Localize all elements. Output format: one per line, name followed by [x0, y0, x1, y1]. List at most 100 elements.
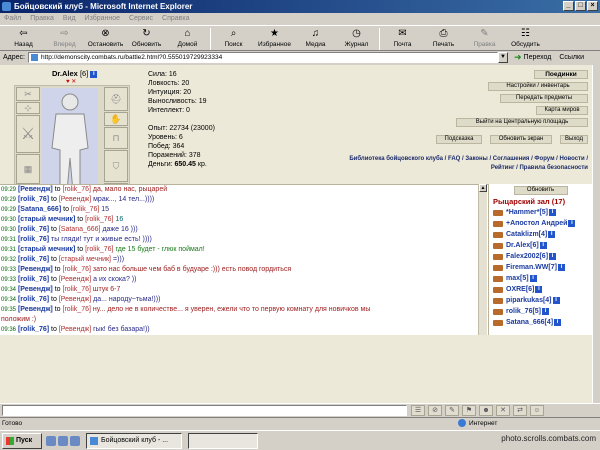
chat-author[interactable]: [rolik_76]: [18, 326, 49, 333]
chat-time[interactable]: 09:35: [1, 307, 16, 313]
chat-author[interactable]: [rolik_76]: [18, 236, 49, 243]
site-links-line-1[interactable]: Библиотека бойцовского клуба / FAQ / Зак…: [308, 155, 588, 164]
info-icon[interactable]: i: [557, 264, 565, 271]
inventory-button[interactable]: Настройки / инвентарь: [488, 82, 588, 91]
taskbar-task-browser[interactable]: Бойцовский клуб - ...: [86, 432, 182, 449]
menu-favorites[interactable]: Избранное: [85, 13, 120, 25]
back-button[interactable]: ⇦ Назад: [3, 26, 44, 51]
close-button[interactable]: ×: [587, 1, 598, 11]
go-button[interactable]: ➜ Переход: [514, 53, 551, 62]
chat-author[interactable]: [rolik_76]: [18, 276, 49, 283]
scroll-up-button[interactable]: ▲: [479, 184, 487, 192]
map-button[interactable]: Карта миров: [536, 106, 588, 115]
chat-target[interactable]: [Ревендж]: [59, 276, 91, 283]
chat-target[interactable]: [старый мечник]: [59, 256, 111, 263]
hint-button[interactable]: Подсказка: [436, 135, 482, 144]
chat-target[interactable]: [rolik_76]: [71, 206, 99, 213]
discuss-button[interactable]: ☷ Обсудить: [505, 26, 546, 51]
chat-author[interactable]: [rolik_76]: [18, 226, 49, 233]
chat-author[interactable]: [Satana_666]: [18, 206, 61, 213]
chat-scrollbar[interactable]: ▲: [478, 184, 487, 335]
chat-target[interactable]: [rolik_76]: [63, 306, 91, 313]
quick-launch-icon[interactable]: [70, 435, 80, 446]
user-list-item[interactable]: Dr.Alex[6] i: [489, 240, 592, 251]
chat-time[interactable]: 09:30: [1, 227, 16, 233]
exit-square-button[interactable]: Выйти на Центральную площадь: [456, 118, 588, 127]
chat-target[interactable]: [Satana_666]: [59, 226, 101, 233]
minimize-button[interactable]: _: [563, 1, 574, 11]
chat-time[interactable]: 09:29: [1, 187, 16, 193]
history-button[interactable]: ◷ Журнал: [336, 26, 377, 51]
block-icon[interactable]: ⊘: [428, 405, 442, 416]
character-name[interactable]: Dr.Alex [6] i: [52, 69, 98, 78]
user-list-item[interactable]: Satana_666[4] i: [489, 317, 592, 328]
helmet-slot[interactable]: ⛑: [104, 87, 128, 111]
chat-time[interactable]: 09:30: [1, 217, 16, 223]
home-button[interactable]: ⌂ Домой: [167, 26, 208, 51]
user-list-item[interactable]: +Апостол Андрей i: [489, 218, 592, 229]
chat-time[interactable]: 09:33: [1, 267, 16, 273]
site-links-line-2[interactable]: Рейтинг / Правила безопасности: [308, 164, 588, 173]
user-list-item[interactable]: rolik_76[5] i: [489, 306, 592, 317]
chat-author[interactable]: [Ревендж]: [18, 186, 53, 193]
smile-icon[interactable]: ☻: [479, 405, 493, 416]
chat-time[interactable]: 09:29: [1, 207, 16, 213]
transfer-button[interactable]: Передать предметы: [500, 94, 588, 103]
quick-launch-icon[interactable]: [58, 435, 68, 446]
chat-target[interactable]: [Ревендж]: [59, 326, 91, 333]
address-dropdown-button[interactable]: ▼: [497, 52, 508, 63]
menu-edit[interactable]: Правка: [30, 13, 54, 25]
quick-launch-icon[interactable]: [46, 435, 56, 446]
weapon-slot[interactable]: ✂: [16, 87, 40, 101]
chat-time[interactable]: 09:32: [1, 257, 16, 263]
mail-button[interactable]: ✉ Почта: [382, 26, 423, 51]
chat-author[interactable]: [Ревендж]: [18, 306, 53, 313]
refresh-button[interactable]: ↻ Обновить: [126, 26, 167, 51]
chat-author[interactable]: [rolik_76]: [18, 256, 49, 263]
links-button[interactable]: Ссылки: [559, 54, 584, 61]
address-input[interactable]: http://demonscity.combats.ru/battle2.htm…: [27, 52, 498, 63]
chat-author[interactable]: [rolik_76]: [18, 296, 49, 303]
sword-icon[interactable]: ⚔: [16, 115, 40, 153]
chat-target[interactable]: [Ревендж]: [59, 196, 91, 203]
chat-target[interactable]: [rolik_76]: [85, 216, 113, 223]
forward-button[interactable]: ⇨ Вперед: [44, 26, 85, 51]
menu-file[interactable]: Файл: [4, 13, 21, 25]
stop-button[interactable]: ⊗ Остановить: [85, 26, 126, 51]
gloves-slot[interactable]: ✋: [104, 112, 128, 126]
chat-target[interactable]: [rolik_76]: [63, 286, 91, 293]
clear-icon[interactable]: ✕: [496, 405, 510, 416]
user-list-item[interactable]: OXRE[6] i: [489, 284, 592, 295]
shield-slot[interactable]: ⛉: [104, 150, 128, 182]
info-icon[interactable]: i: [554, 319, 562, 326]
info-icon[interactable]: i: [548, 231, 556, 238]
media-button[interactable]: ♫ Медиа: [295, 26, 336, 51]
user-list-item[interactable]: Fireman.WW[7] i: [489, 262, 592, 273]
chat-time[interactable]: 09:34: [1, 297, 16, 303]
favorites-button[interactable]: ★ Избранное: [254, 26, 295, 51]
armor-slot[interactable]: ▦: [16, 154, 40, 184]
fights-button[interactable]: Поединки: [534, 70, 588, 79]
info-icon[interactable]: i: [539, 242, 547, 249]
user-list-item[interactable]: Falex2002[6] i: [489, 251, 592, 262]
maximize-button[interactable]: □: [575, 1, 586, 11]
chat-time[interactable]: 09:31: [1, 237, 16, 243]
page-scrollbar[interactable]: [592, 65, 600, 403]
user-list-item[interactable]: *Hammer*[5] i: [489, 207, 592, 218]
print-button[interactable]: ⎙ Печать: [423, 26, 464, 51]
chat-author[interactable]: [старый мечник]: [18, 216, 75, 223]
chat-target[interactable]: [rolik_76]: [63, 186, 91, 193]
chat-target[interactable]: [rolik_76]: [63, 266, 91, 273]
chat-author[interactable]: [Ревендж]: [18, 286, 53, 293]
swap-icon[interactable]: ⇄: [513, 405, 527, 416]
edit-icon[interactable]: ✎: [445, 405, 459, 416]
menu-icon[interactable]: ☰: [411, 405, 425, 416]
chat-author[interactable]: [старый мечник]: [18, 246, 75, 253]
search-button[interactable]: ⌕ Поиск: [213, 26, 254, 51]
menu-view[interactable]: Вид: [63, 13, 76, 25]
menu-help[interactable]: Справка: [162, 13, 189, 25]
refresh-screen-button[interactable]: Обновить экран: [490, 135, 552, 144]
chat-author[interactable]: [rolik_76]: [18, 196, 49, 203]
flag-icon[interactable]: ⚑: [462, 405, 476, 416]
start-button[interactable]: Пуск: [2, 432, 42, 449]
